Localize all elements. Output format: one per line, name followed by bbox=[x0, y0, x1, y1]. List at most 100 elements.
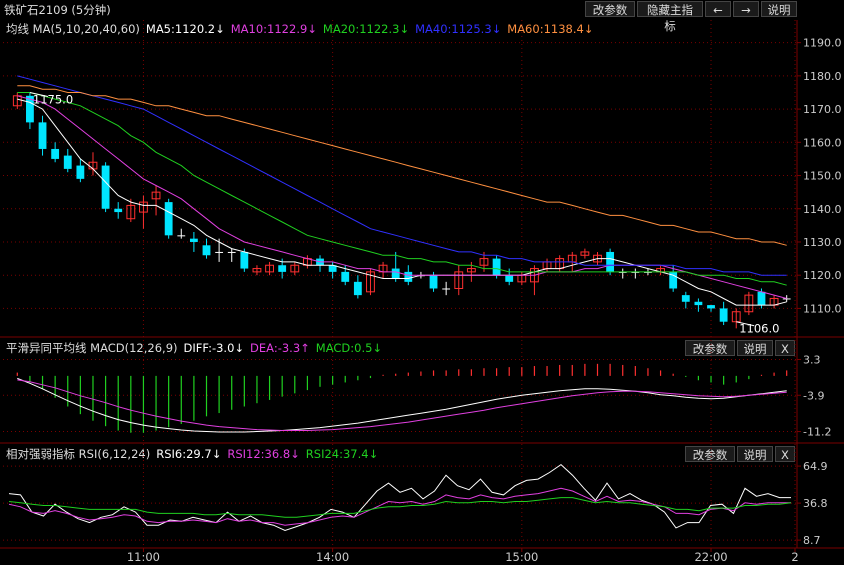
moving-average-lines bbox=[17, 75, 787, 306]
x-tick-label: 14:00 bbox=[316, 550, 349, 564]
y-tick-label: 1110.0 bbox=[803, 302, 842, 315]
hide-main-indicator-button[interactable]: 隐藏主指标 bbox=[637, 1, 703, 33]
macd-line-dea bbox=[17, 379, 787, 431]
candle-body-down bbox=[681, 295, 690, 302]
candle-body-up bbox=[580, 251, 590, 256]
y-tick-label: 1130.0 bbox=[803, 236, 842, 249]
candle-body-down bbox=[202, 245, 211, 256]
x-tick-label: 11:00 bbox=[127, 550, 160, 564]
y-tick-label: -3.9 bbox=[803, 389, 824, 402]
rsi6-value: RSI6:29.7↓ bbox=[156, 447, 222, 461]
candle-body-up bbox=[290, 264, 300, 273]
y-tick-label: 64.9 bbox=[803, 460, 828, 473]
y-tick-label: 1170.0 bbox=[803, 103, 842, 116]
y-tick-label: 3.3 bbox=[803, 353, 821, 366]
candle-body-down bbox=[353, 281, 362, 296]
candle-body-down bbox=[505, 275, 514, 282]
macd-help-button[interactable]: 说明 bbox=[737, 340, 773, 356]
candle-body-down bbox=[707, 305, 715, 309]
candle-body-up bbox=[530, 268, 539, 283]
ma-legend: 均线 MA(5,10,20,40,60) MA5:1120.2↓ MA10:1122… bbox=[6, 21, 599, 37]
rsi-label: 相对强弱指标 RSI(6,12,24) bbox=[6, 447, 151, 461]
candle-body-up bbox=[88, 161, 98, 170]
price-annotation: 1175.0 bbox=[33, 92, 73, 106]
y-tick-label: -11.2 bbox=[803, 426, 831, 439]
candle-body-up bbox=[567, 254, 577, 263]
candle-body-up bbox=[151, 191, 161, 200]
macd-line-diff bbox=[17, 377, 787, 433]
candle-body-down bbox=[26, 95, 34, 123]
price-annotation-line bbox=[736, 321, 755, 327]
rsi-line-rsi24 bbox=[8, 497, 792, 518]
candle-body-flat bbox=[618, 271, 627, 273]
rsi-line-rsi12 bbox=[8, 487, 791, 526]
candle-body-down bbox=[391, 268, 400, 279]
candle-body-down bbox=[189, 238, 198, 242]
ma10-value: MA10:1122.9↓ bbox=[230, 22, 317, 36]
y-tick-label: 1160.0 bbox=[803, 136, 842, 149]
y-tick-label: 8.7 bbox=[803, 534, 821, 547]
macd-label: 平滑异同平均线 MACD(12,26,9) bbox=[6, 341, 178, 355]
candle-body-flat bbox=[782, 298, 791, 300]
candle-body-down bbox=[164, 202, 173, 236]
macd-plot bbox=[16, 363, 788, 433]
candle-body-up bbox=[555, 258, 565, 270]
chart-title: 铁矿石2109 (5分钟) bbox=[4, 3, 111, 17]
price-annotation: 1106.0 bbox=[739, 322, 779, 336]
candle-body-down bbox=[114, 208, 123, 213]
candle-body-up bbox=[744, 294, 754, 313]
candle-body-flat bbox=[631, 271, 640, 273]
y-tick-label: 1150.0 bbox=[803, 170, 842, 183]
candle-body-flat bbox=[215, 251, 224, 253]
y-tick-label: 1180.0 bbox=[803, 70, 842, 83]
candle-body-down bbox=[278, 265, 287, 272]
candle-body-up bbox=[252, 268, 262, 273]
rsi-legend: 相对强弱指标 RSI(6,12,24) RSI6:29.7↓ RSI12:36.8↓… bbox=[6, 446, 384, 462]
scroll-left-button[interactable]: ← bbox=[705, 1, 731, 17]
modify-params-button[interactable]: 改参数 bbox=[585, 1, 635, 17]
candle-body-flat bbox=[177, 235, 186, 237]
dea-value: DEA:-3.3↑ bbox=[250, 341, 310, 355]
rsi-close-button[interactable]: X bbox=[775, 446, 795, 462]
candle-body-up bbox=[126, 204, 136, 220]
candle-body-down bbox=[606, 251, 615, 272]
scroll-right-button[interactable]: → bbox=[733, 1, 759, 17]
candle-body-down bbox=[669, 271, 678, 289]
chart-surface[interactable]: 1190.0 1180.0 1170.0 1160.0 1150.0 1140.0 1130… bbox=[0, 0, 844, 565]
candle-body-up bbox=[378, 264, 388, 273]
ma60-value: MA60:1138.4↓ bbox=[507, 22, 594, 36]
help-button[interactable]: 说明 bbox=[761, 1, 797, 17]
ma20-value: MA20:1122.3↓ bbox=[322, 22, 410, 36]
candlestick-series bbox=[12, 92, 791, 329]
rsi-line-rsi6 bbox=[8, 463, 791, 532]
axes: 1190.0 1180.0 1170.0 1160.0 1150.0 1140.0 1130… bbox=[29, 37, 842, 564]
candle-body-down bbox=[101, 165, 110, 209]
ma-line-ma5 bbox=[17, 98, 787, 306]
rsi-plot bbox=[8, 463, 792, 532]
rsi-modify-params-button[interactable]: 改参数 bbox=[685, 446, 735, 462]
ma-line-ma20 bbox=[17, 92, 787, 286]
ma-label: 均线 MA(5,10,20,40,60) bbox=[6, 22, 140, 36]
macd-value: MACD:0.5↓ bbox=[315, 341, 383, 355]
candle-body-up bbox=[466, 268, 476, 273]
candle-body-down bbox=[240, 251, 249, 269]
candle-body-up bbox=[542, 261, 552, 270]
candle-body-down bbox=[404, 271, 413, 282]
ma-line-ma10 bbox=[17, 95, 787, 299]
ma-line-ma60 bbox=[17, 85, 787, 246]
candle-body-flat bbox=[227, 251, 236, 253]
macd-close-button[interactable]: X bbox=[775, 340, 795, 356]
candle-body-up bbox=[593, 254, 602, 263]
candle-body-up bbox=[265, 264, 274, 273]
ma5-value: MA5:1120.2↓ bbox=[145, 22, 225, 36]
candle-body-up bbox=[479, 258, 489, 266]
candle-body-down bbox=[38, 122, 47, 149]
ma-line-ma40 bbox=[17, 75, 787, 276]
macd-modify-params-button[interactable]: 改参数 bbox=[685, 340, 735, 356]
rsi-help-button[interactable]: 说明 bbox=[737, 446, 773, 462]
y-tick-label: 1140.0 bbox=[803, 203, 842, 216]
y-tick-label: 1190.0 bbox=[803, 37, 842, 50]
candle-body-down bbox=[328, 265, 337, 272]
candle-body-down bbox=[719, 308, 728, 322]
rsi12-value: RSI12:36.8↓ bbox=[227, 447, 300, 461]
